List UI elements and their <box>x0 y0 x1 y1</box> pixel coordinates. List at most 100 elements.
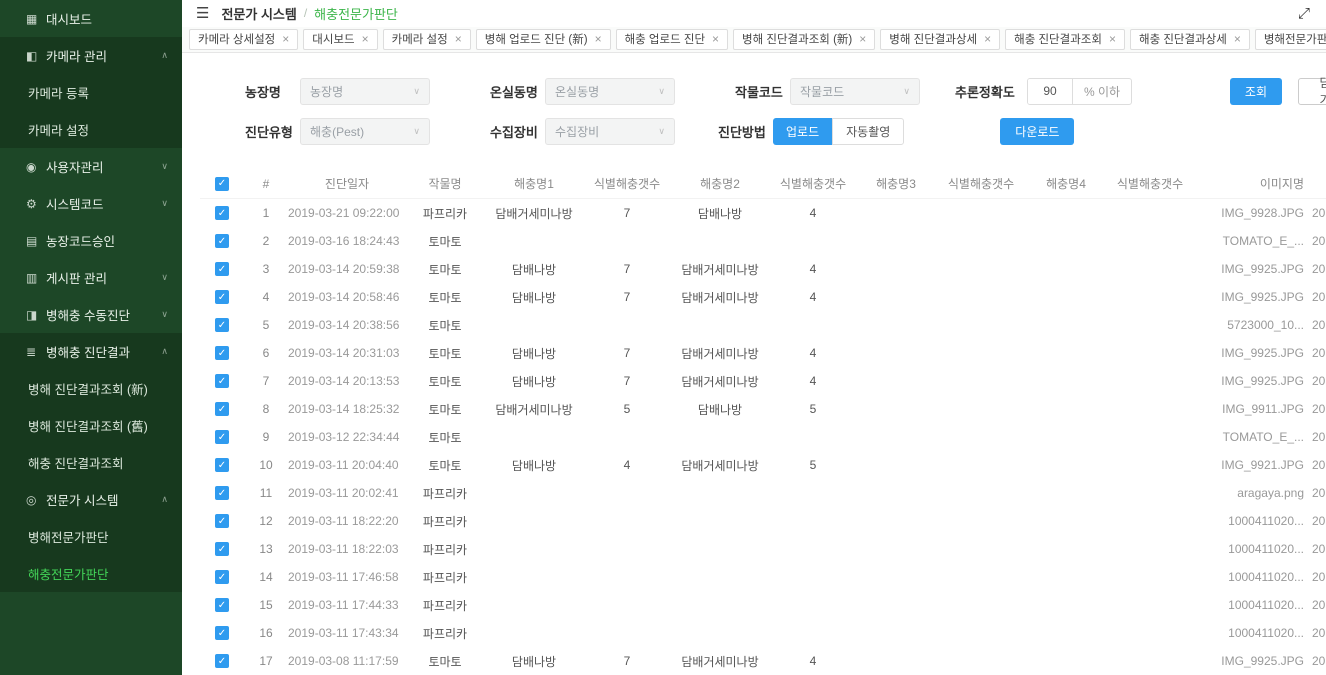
row-checkbox[interactable]: ✓ <box>215 542 229 556</box>
close-icon[interactable]: × <box>859 32 866 46</box>
row-checkbox[interactable]: ✓ <box>215 430 229 444</box>
table-cell <box>936 591 1026 619</box>
sidebar-subitem[interactable]: 병해 진단결과조회 (舊) <box>0 407 182 444</box>
table-cell: IMG_9925.JPG <box>1194 367 1304 395</box>
accuracy-input[interactable] <box>1028 79 1072 104</box>
row-checkbox[interactable]: ✓ <box>215 346 229 360</box>
table-row[interactable]: ✓152019-03-11 17:44:33파프리카1000411020...2… <box>200 591 1326 619</box>
auto-capture-toggle-button[interactable]: 자동촬영 <box>832 118 904 145</box>
close-icon[interactable]: × <box>984 32 991 46</box>
table-cell <box>1106 591 1194 619</box>
row-checkbox[interactable]: ✓ <box>215 290 229 304</box>
select-all-checkbox[interactable]: ✓ <box>215 177 229 191</box>
tab[interactable]: 병해 진단결과상세× <box>880 29 1000 50</box>
sidebar-item[interactable]: ▤농장코드승인 <box>0 222 182 259</box>
menu-icon[interactable]: ☰ <box>196 4 209 22</box>
table-row[interactable]: ✓12019-03-21 09:22:00파프리카담배거세미나방7담배나방4IM… <box>200 199 1326 227</box>
row-checkbox[interactable]: ✓ <box>215 402 229 416</box>
row-checkbox[interactable]: ✓ <box>215 318 229 332</box>
sidebar-item-label: 병해충 수동진단 <box>46 305 130 324</box>
row-checkbox[interactable]: ✓ <box>215 598 229 612</box>
table-row[interactable]: ✓52019-03-14 20:38:56토마토5723000_10...201 <box>200 311 1326 339</box>
tab[interactable]: 카메라 상세설정× <box>189 29 298 50</box>
row-checkbox[interactable]: ✓ <box>215 262 229 276</box>
device-select[interactable]: 수집장비 ∨ <box>545 118 675 145</box>
tab[interactable]: 해충 진단결과상세× <box>1130 29 1250 50</box>
sidebar-item[interactable]: ◉사용자관리∨ <box>0 148 182 185</box>
search-button[interactable]: 조회 <box>1230 78 1282 105</box>
download-button[interactable]: 다운로드 <box>1000 118 1074 145</box>
sidebar-subitem[interactable]: 병해전문가판단 <box>0 518 182 555</box>
sidebar-subitem[interactable]: 해충 진단결과조회 <box>0 444 182 481</box>
sidebar-item-label: 병해충 진단결과 <box>46 342 130 361</box>
table-cell: 담배나방 <box>484 451 584 479</box>
table-cell: 1000411020... <box>1194 535 1304 563</box>
table-row[interactable]: ✓92019-03-12 22:34:44토마토TOMATO_E_...2019 <box>200 423 1326 451</box>
tab[interactable]: 병해전문가판단× <box>1255 29 1326 50</box>
table-cell <box>770 591 856 619</box>
table-row[interactable]: ✓82019-03-14 18:25:32토마토담배거세미나방5담배나방5IMG… <box>200 395 1326 423</box>
row-checkbox[interactable]: ✓ <box>215 234 229 248</box>
table-row[interactable]: ✓162019-03-11 17:43:34파프리카1000411020...2… <box>200 619 1326 647</box>
tab[interactable]: 해충 진단결과조회× <box>1005 29 1125 50</box>
table-row[interactable]: ✓72019-03-14 20:13:53토마토담배나방7담배거세미나방4IMG… <box>200 367 1326 395</box>
table-cell: 담배나방 <box>670 199 770 227</box>
sidebar-item[interactable]: ◨병해충 수동진단∨ <box>0 296 182 333</box>
table-row[interactable]: ✓62019-03-14 20:31:03토마토담배나방7담배거세미나방4IMG… <box>200 339 1326 367</box>
fullscreen-icon[interactable]: ⤢ <box>1298 5 1310 22</box>
close-icon[interactable]: × <box>712 32 719 46</box>
close-icon[interactable]: × <box>595 32 602 46</box>
table-row[interactable]: ✓122019-03-11 18:22:20파프리카1000411020...2… <box>200 507 1326 535</box>
row-checkbox[interactable]: ✓ <box>215 374 229 388</box>
row-checkbox-cell: ✓ <box>200 283 244 311</box>
row-checkbox[interactable]: ✓ <box>215 626 229 640</box>
row-checkbox[interactable]: ✓ <box>215 654 229 668</box>
row-checkbox[interactable]: ✓ <box>215 514 229 528</box>
sidebar-subitem[interactable]: 카메라 등록 <box>0 74 182 111</box>
table-row[interactable]: ✓22019-03-16 18:24:43토마토TOMATO_E_...2019 <box>200 227 1326 255</box>
sidebar-item[interactable]: ◧카메라 관리∧ <box>0 37 182 74</box>
close-icon[interactable]: × <box>1109 32 1116 46</box>
close-icon[interactable]: × <box>362 32 369 46</box>
farm-icon: ▤ <box>26 234 46 248</box>
greenhouse-select[interactable]: 온실동명 ∨ <box>545 78 675 105</box>
sidebar-subitem[interactable]: 카메라 설정 <box>0 111 182 148</box>
diagnosis-type-select[interactable]: 해충(Pest) ∨ <box>300 118 430 145</box>
farm-select[interactable]: 농장명 ∨ <box>300 78 430 105</box>
tab[interactable]: 병해 진단결과조회 (新)× <box>733 29 875 50</box>
row-checkbox[interactable]: ✓ <box>215 206 229 220</box>
table-cell: 5723000_10... <box>1194 311 1304 339</box>
table-row[interactable]: ✓172019-03-08 11:17:59토마토담배나방7담배거세미나방4IM… <box>200 647 1326 675</box>
close-icon[interactable]: × <box>282 32 289 46</box>
table-cell: 7 <box>244 367 288 395</box>
tab[interactable]: 카메라 설정× <box>383 29 471 50</box>
row-checkbox[interactable]: ✓ <box>215 458 229 472</box>
crop-code-select[interactable]: 작물코드 ∨ <box>790 78 920 105</box>
tab[interactable]: 해충 업로드 진단× <box>616 29 728 50</box>
sidebar-subitem[interactable]: 병해 진단결과조회 (新) <box>0 370 182 407</box>
table-row[interactable]: ✓102019-03-11 20:04:40토마토담배나방4담배거세미나방5IM… <box>200 451 1326 479</box>
close-icon[interactable]: × <box>455 32 462 46</box>
table-row[interactable]: ✓132019-03-11 18:22:03파프리카1000411020...2… <box>200 535 1326 563</box>
sidebar-item[interactable]: ◎전문가 시스템∧ <box>0 481 182 518</box>
table-row[interactable]: ✓32019-03-14 20:59:38토마토담배나방7담배거세미나방4IMG… <box>200 255 1326 283</box>
table-cell: 파프리카 <box>406 199 484 227</box>
table-row[interactable]: ✓112019-03-11 20:02:41파프리카aragaya.png201 <box>200 479 1326 507</box>
close-icon[interactable]: × <box>1234 32 1241 46</box>
tab[interactable]: 병해 업로드 진단 (新)× <box>476 29 611 50</box>
sidebar-item[interactable]: ▦대시보드 <box>0 0 182 37</box>
close-button[interactable]: 닫기 <box>1298 78 1326 105</box>
sidebar-subitem[interactable]: 해충전문가판단 <box>0 555 182 592</box>
sidebar-item[interactable]: ≣병해충 진단결과∧ <box>0 333 182 370</box>
table-row[interactable]: ✓142019-03-11 17:46:58파프리카1000411020...2… <box>200 563 1326 591</box>
row-checkbox[interactable]: ✓ <box>215 486 229 500</box>
tab-bar: 카메라 상세설정×대시보드× 카메라 설정×병해 업로드 진단 (新)×해충 업로… <box>182 27 1326 53</box>
table-cell: 2019-03-21 09:22:00 <box>288 199 406 227</box>
sidebar-item[interactable]: ⚙시스템코드∨ <box>0 185 182 222</box>
upload-toggle-button[interactable]: 업로드 <box>773 118 832 145</box>
sidebar-item[interactable]: ▥게시판 관리∨ <box>0 259 182 296</box>
table-row[interactable]: ✓42019-03-14 20:58:46토마토담배나방7담배거세미나방4IMG… <box>200 283 1326 311</box>
tab[interactable]: 대시보드× <box>303 29 377 50</box>
row-checkbox[interactable]: ✓ <box>215 570 229 584</box>
results-icon: ≣ <box>26 345 46 359</box>
